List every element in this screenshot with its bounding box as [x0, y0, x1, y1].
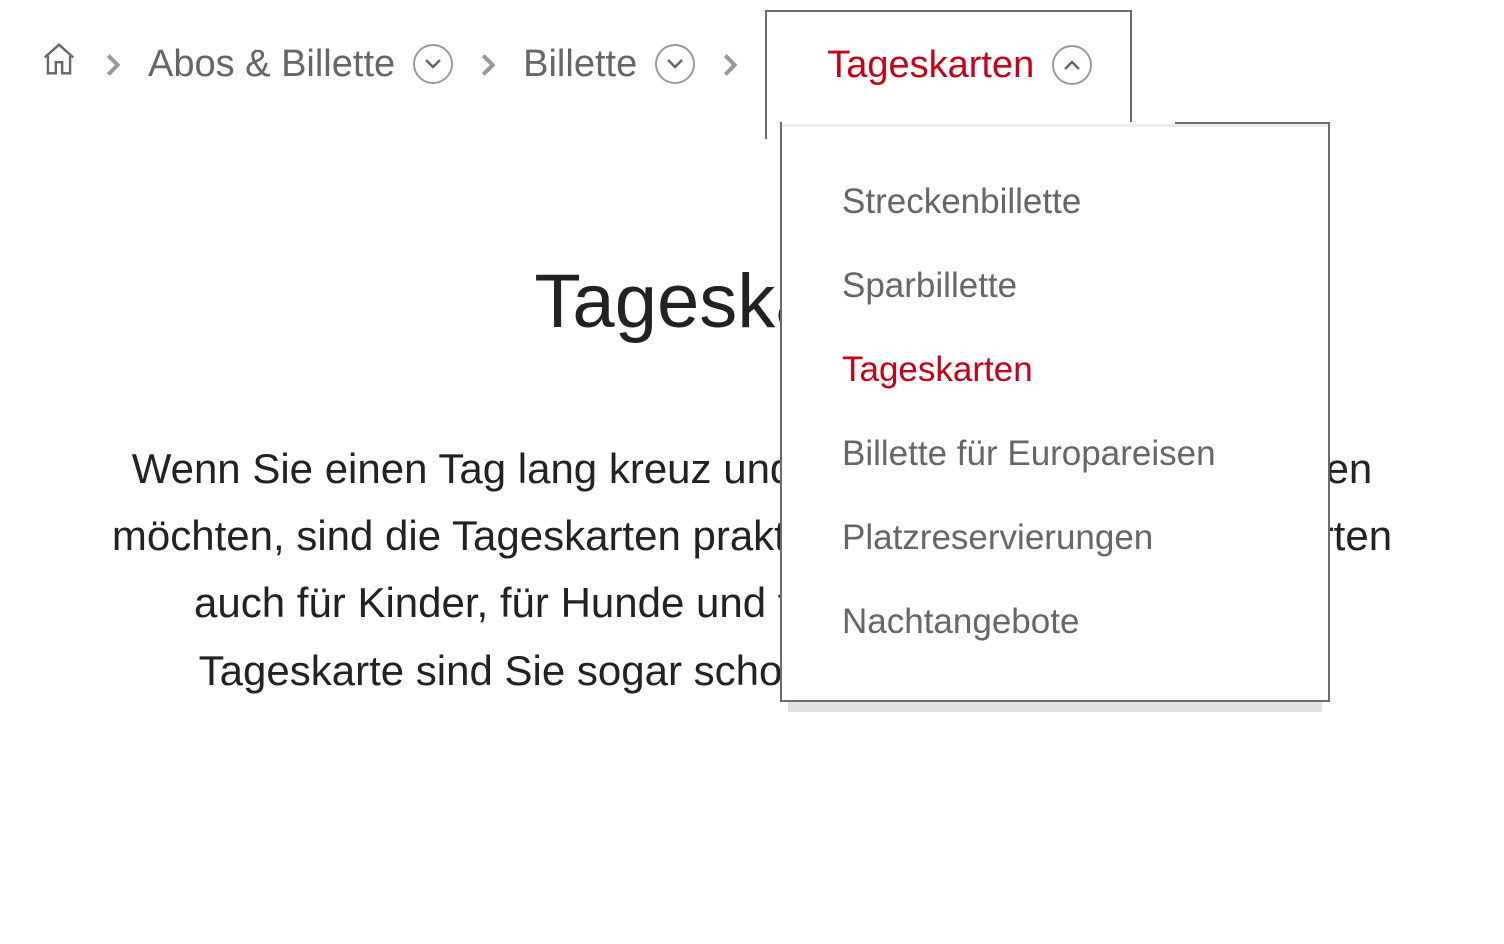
breadcrumb-label: Billette — [523, 43, 637, 86]
dropdown-item-nachtangebote[interactable]: Nachtangebote — [782, 580, 1328, 664]
dropdown-divider — [782, 124, 1328, 127]
dropdown-item-tageskarten[interactable]: Tageskarten — [782, 328, 1328, 412]
chevron-down-icon[interactable] — [655, 44, 695, 84]
chevron-up-icon[interactable] — [1052, 45, 1092, 85]
dropdown-item-sparbillette[interactable]: Sparbillette — [782, 244, 1328, 328]
breadcrumb-dropdown: Streckenbillette Sparbillette Tageskarte… — [780, 122, 1330, 702]
chevron-right-icon — [106, 43, 120, 86]
chevron-right-icon — [481, 43, 495, 86]
breadcrumb-label: Abos & Billette — [148, 43, 395, 86]
breadcrumb-item-tageskarten[interactable]: Tageskarten — [765, 10, 1132, 139]
home-icon[interactable] — [40, 40, 78, 88]
dropdown-item-platzreservierungen[interactable]: Platzreservierungen — [782, 496, 1328, 580]
dropdown-item-streckenbillette[interactable]: Streckenbillette — [782, 160, 1328, 244]
chevron-right-icon — [723, 43, 737, 86]
breadcrumb-label: Tageskarten — [827, 44, 1034, 87]
breadcrumb-item-abos-billette[interactable]: Abos & Billette — [148, 43, 453, 86]
chevron-down-icon[interactable] — [413, 44, 453, 84]
breadcrumb: Abos & Billette Billette Tageskarten — [0, 0, 1504, 128]
dropdown-item-europareisen[interactable]: Billette für Europareisen — [782, 412, 1328, 496]
breadcrumb-item-billette[interactable]: Billette — [523, 43, 695, 86]
